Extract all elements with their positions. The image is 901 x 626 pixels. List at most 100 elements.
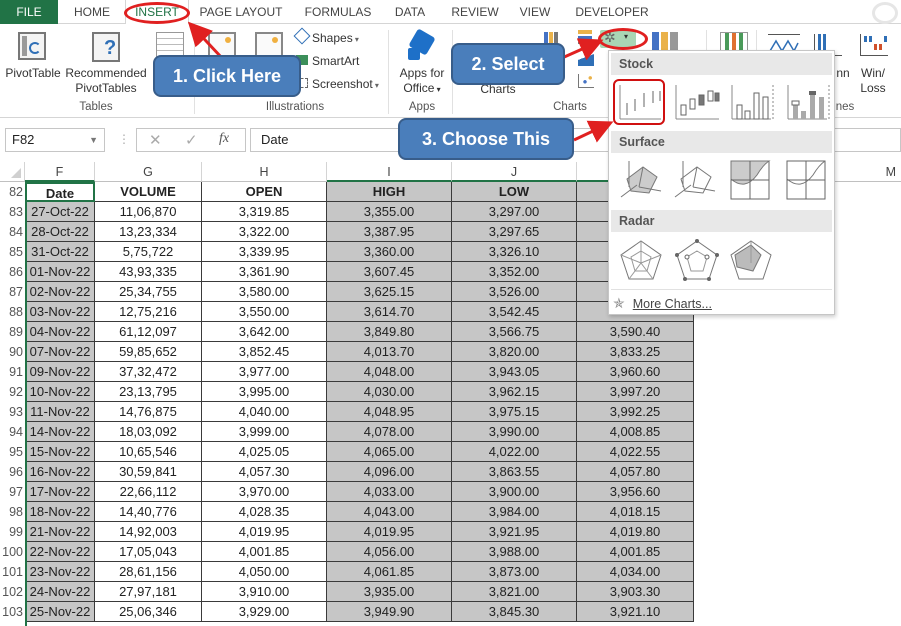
table-cell[interactable]: 27,97,181 — [95, 582, 202, 602]
shapes-button[interactable]: Shapes ▾ — [293, 27, 359, 47]
table-cell[interactable]: 3,326.10 — [452, 242, 577, 262]
row-header[interactable]: 96 — [0, 462, 25, 482]
row-header[interactable]: 100 — [0, 542, 25, 562]
chart-option-volume-open-high-low-close[interactable] — [785, 81, 833, 127]
table-cell[interactable]: 4,034.00 — [577, 562, 694, 582]
select-all-corner[interactable] — [0, 162, 25, 182]
table-cell[interactable]: 3,935.00 — [327, 582, 452, 602]
row-header[interactable]: 87 — [0, 282, 25, 302]
table-cell[interactable]: 4,033.00 — [327, 482, 452, 502]
row-header[interactable]: 98 — [0, 502, 25, 522]
table-header-cell[interactable]: OPEN — [202, 182, 327, 202]
table-cell[interactable]: 3,625.15 — [327, 282, 452, 302]
table-cell[interactable]: 3,339.95 — [202, 242, 327, 262]
table-cell[interactable]: 4,001.85 — [577, 542, 694, 562]
table-cell[interactable]: 3,943.05 — [452, 362, 577, 382]
table-cell[interactable]: 09-Nov-22 — [25, 362, 95, 382]
table-cell[interactable]: 18,03,092 — [95, 422, 202, 442]
table-header-cell[interactable]: VOLUME — [95, 182, 202, 202]
table-cell[interactable]: 3,992.25 — [577, 402, 694, 422]
table-cell[interactable]: 3,995.00 — [202, 382, 327, 402]
table-cell[interactable]: 4,022.00 — [452, 442, 577, 462]
table-cell[interactable]: 3,526.00 — [452, 282, 577, 302]
table-cell[interactable]: 4,050.00 — [202, 562, 327, 582]
pivottable-button[interactable]: PivotTable — [4, 66, 62, 81]
table-cell[interactable]: 3,984.00 — [452, 502, 577, 522]
table-cell[interactable]: 17-Nov-22 — [25, 482, 95, 502]
chart-option-radar[interactable] — [617, 237, 665, 283]
table-cell[interactable]: 3,960.60 — [577, 362, 694, 382]
table-cell[interactable]: 4,065.00 — [327, 442, 452, 462]
tab-home[interactable]: HOME — [62, 0, 122, 24]
table-cell[interactable]: 4,022.55 — [577, 442, 694, 462]
row-header[interactable]: 91 — [0, 362, 25, 382]
table-cell[interactable]: 4,057.30 — [202, 462, 327, 482]
tab-formulas[interactable]: FORMULAS — [297, 0, 379, 24]
tab-page-layout[interactable]: PAGE LAYOUT — [195, 0, 287, 24]
table-cell[interactable]: 10,65,546 — [95, 442, 202, 462]
row-header[interactable]: 86 — [0, 262, 25, 282]
chart-option-filled-radar[interactable] — [727, 237, 775, 283]
table-cell[interactable]: 4,078.00 — [327, 422, 452, 442]
table-cell[interactable]: 3,903.30 — [577, 582, 694, 602]
table-cell[interactable]: 3,820.00 — [452, 342, 577, 362]
tab-file[interactable]: FILE — [0, 0, 58, 24]
table-cell[interactable]: 3,352.00 — [452, 262, 577, 282]
table-cell[interactable]: 3,910.00 — [202, 582, 327, 602]
tab-review[interactable]: REVIEW — [445, 0, 505, 24]
table-cell[interactable]: 3,849.80 — [327, 322, 452, 342]
table-cell[interactable]: 3,642.00 — [202, 322, 327, 342]
column-header-h[interactable]: H — [202, 162, 327, 182]
table-cell[interactable]: 4,019.95 — [202, 522, 327, 542]
table-cell[interactable]: 4,018.15 — [577, 502, 694, 522]
table-cell[interactable]: 14,76,875 — [95, 402, 202, 422]
more-charts-link[interactable]: ✯ More Charts... — [613, 293, 712, 313]
screenshot-button[interactable]: Screenshot ▾ — [296, 77, 379, 93]
table-cell[interactable]: 3,990.00 — [452, 422, 577, 442]
table-cell[interactable]: 22-Nov-22 — [25, 542, 95, 562]
table-cell[interactable]: 24-Nov-22 — [25, 582, 95, 602]
table-cell[interactable]: 3,319.85 — [202, 202, 327, 222]
table-cell[interactable]: 3,580.00 — [202, 282, 327, 302]
table-cell[interactable]: 16-Nov-22 — [25, 462, 95, 482]
table-cell[interactable]: 14-Nov-22 — [25, 422, 95, 442]
table-cell[interactable]: 02-Nov-22 — [25, 282, 95, 302]
table-cell[interactable]: 15-Nov-22 — [25, 442, 95, 462]
row-header[interactable]: 102 — [0, 582, 25, 602]
table-cell[interactable]: 5,75,722 — [95, 242, 202, 262]
table-cell[interactable]: 25-Nov-22 — [25, 602, 95, 622]
table-cell[interactable]: 61,12,097 — [95, 322, 202, 342]
table-cell[interactable]: 3,863.55 — [452, 462, 577, 482]
chart-option-wireframe-3d-surface[interactable] — [671, 157, 719, 203]
table-cell[interactable]: 3,921.10 — [577, 602, 694, 622]
table-cell[interactable]: 11-Nov-22 — [25, 402, 95, 422]
table-cell[interactable]: 4,048.00 — [327, 362, 452, 382]
collapse-ribbon-icon[interactable] — [872, 2, 898, 24]
column-header-g[interactable]: G — [95, 162, 202, 182]
table-cell[interactable]: 23-Nov-22 — [25, 562, 95, 582]
row-header[interactable]: 97 — [0, 482, 25, 502]
table-cell[interactable]: 3,297.65 — [452, 222, 577, 242]
table-cell[interactable]: 3,550.00 — [202, 302, 327, 322]
name-box[interactable]: F82 ▼ — [5, 128, 105, 152]
table-cell[interactable]: 07-Nov-22 — [25, 342, 95, 362]
table-cell[interactable]: 13,23,334 — [95, 222, 202, 242]
table-cell[interactable]: 21-Nov-22 — [25, 522, 95, 542]
row-header[interactable]: 82 — [0, 182, 25, 202]
table-cell[interactable]: 3,387.95 — [327, 222, 452, 242]
smartart-button[interactable]: SmartArt — [296, 54, 359, 69]
table-cell[interactable]: 3,566.75 — [452, 322, 577, 342]
table-cell[interactable]: 14,40,776 — [95, 502, 202, 522]
table-cell[interactable]: 3,999.00 — [202, 422, 327, 442]
table-cell[interactable]: 3,361.90 — [202, 262, 327, 282]
table-header-cell[interactable]: HIGH — [327, 182, 452, 202]
row-header[interactable]: 95 — [0, 442, 25, 462]
table-cell[interactable]: 01-Nov-22 — [25, 262, 95, 282]
table-cell[interactable]: 27-Oct-22 — [25, 202, 95, 222]
row-header[interactable]: 94 — [0, 422, 25, 442]
chart-option-volume-high-low-close[interactable] — [729, 81, 777, 127]
table-cell[interactable]: 28-Oct-22 — [25, 222, 95, 242]
chart-option-radar-with-markers[interactable] — [673, 237, 721, 283]
table-cell[interactable]: 4,048.95 — [327, 402, 452, 422]
table-cell[interactable]: 3,355.00 — [327, 202, 452, 222]
